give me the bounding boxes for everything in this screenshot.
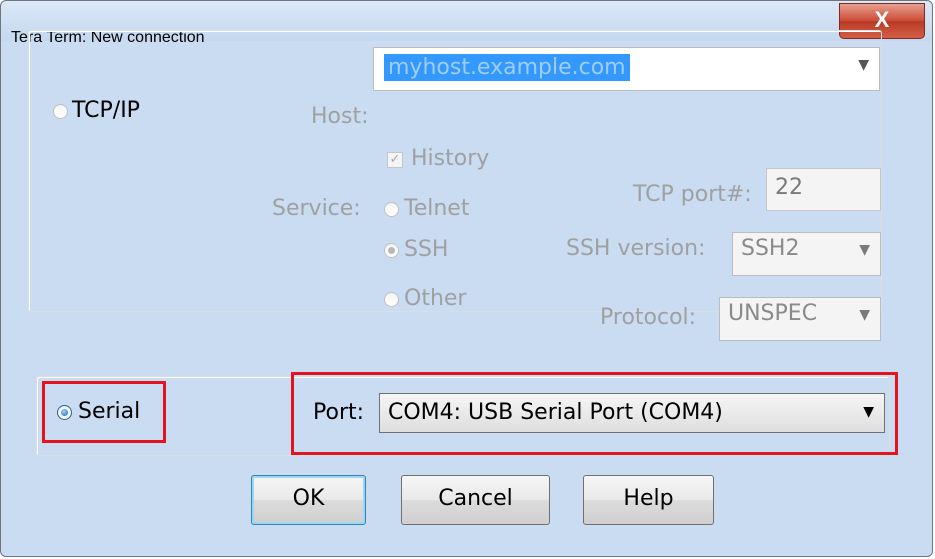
protocol-select[interactable]: UNSPEC ▼ <box>719 297 881 341</box>
ssh-version-select[interactable]: SSH2 ▼ <box>732 232 881 276</box>
ssh-label: SSH <box>404 237 449 262</box>
tcpip-label: TCP/IP <box>72 98 140 123</box>
serial-radio[interactable] <box>57 405 72 420</box>
telnet-label: Telnet <box>404 196 470 221</box>
close-icon: X <box>874 7 890 32</box>
host-input[interactable]: myhost.example.com <box>384 54 630 81</box>
ssh-version-value: SSH2 <box>741 236 800 261</box>
telnet-radio[interactable] <box>384 202 399 217</box>
service-label: Service: <box>272 196 361 221</box>
chevron-down-icon[interactable]: ▼ <box>858 57 869 73</box>
host-combo[interactable]: myhost.example.com ▼ <box>373 47 880 91</box>
port-select[interactable]: COM4: USB Serial Port (COM4) ▼ <box>379 393 885 433</box>
ok-button[interactable]: OK <box>251 475 366 525</box>
tcp-port-label: TCP port#: <box>633 182 752 207</box>
protocol-label: Protocol: <box>600 305 697 330</box>
port-label: Port: <box>313 400 365 425</box>
host-label: Host: <box>311 104 369 129</box>
chevron-down-icon[interactable]: ▼ <box>863 404 874 420</box>
other-label: Other <box>404 286 467 311</box>
serial-label: Serial <box>78 399 141 424</box>
tcpip-radio[interactable] <box>53 104 68 119</box>
protocol-value: UNSPEC <box>728 301 818 326</box>
chevron-down-icon[interactable]: ▼ <box>859 307 870 323</box>
help-button[interactable]: Help <box>583 475 714 525</box>
ssh-version-label: SSH version: <box>566 236 706 261</box>
other-radio[interactable] <box>384 292 399 307</box>
history-checkbox[interactable]: ✓ <box>387 152 403 168</box>
cancel-button[interactable]: Cancel <box>401 475 550 525</box>
tcp-port-input[interactable]: 22 <box>766 168 881 211</box>
tcp-port-value: 22 <box>775 175 803 200</box>
chevron-down-icon[interactable]: ▼ <box>859 242 870 258</box>
history-label: History <box>411 146 490 171</box>
ssh-radio[interactable] <box>384 243 399 258</box>
port-value: COM4: USB Serial Port (COM4) <box>388 400 723 425</box>
